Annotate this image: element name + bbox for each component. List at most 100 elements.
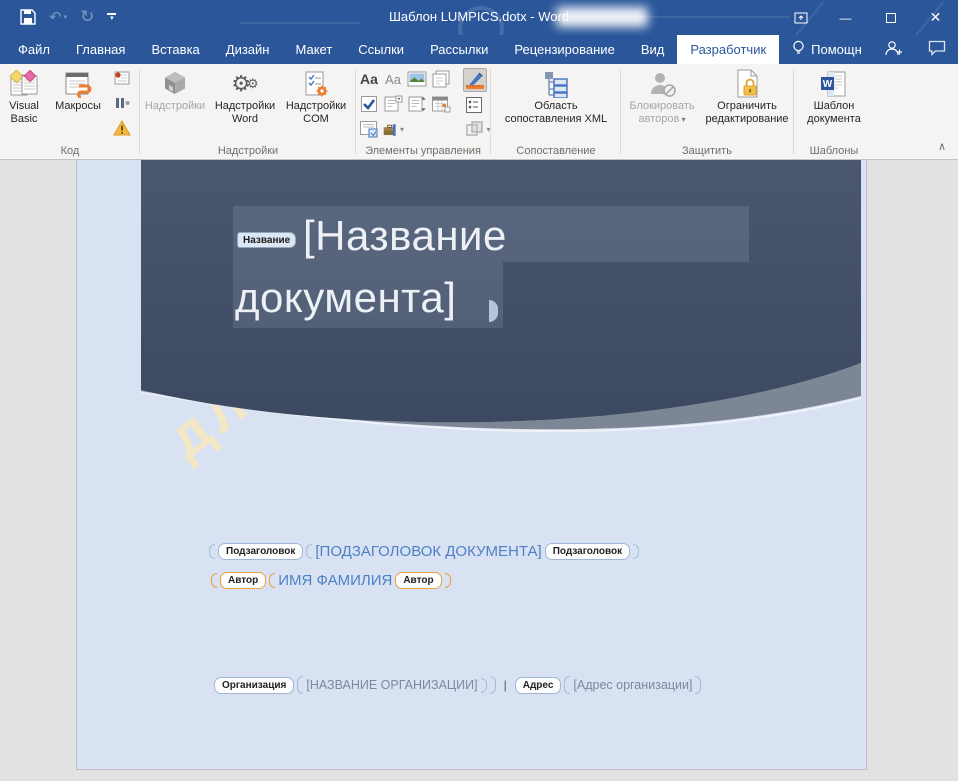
tab-view[interactable]: Вид (628, 35, 678, 64)
group-separator (139, 69, 140, 154)
organization-address-row: Организация [НАЗВАНИЕ ОРГАНИЗАЦИИ] | Адр… (214, 676, 701, 694)
visual-basic-icon (9, 67, 39, 100)
group-controls: Aa Aa (358, 64, 488, 159)
control-bracket (481, 678, 487, 693)
ribbon: Visual Basic Макросы (0, 64, 958, 160)
tab-design[interactable]: Дизайн (213, 35, 283, 64)
svg-text:W: W (823, 79, 833, 90)
tab-layout[interactable]: Макет (282, 35, 345, 64)
block-authors-button: Блокировать авторов (623, 64, 701, 140)
xml-mapping-icon (542, 67, 570, 100)
group-templates: W Шаблон документа Шаблоны (796, 64, 872, 159)
repeating-section-control-button[interactable] (358, 118, 380, 140)
subtitle-end-tag[interactable]: Подзаголовок (545, 543, 630, 560)
word-addins-button[interactable]: ⚙⚙ Надстройки Word (208, 64, 282, 140)
address-placeholder[interactable]: [Адрес организации] (573, 678, 692, 692)
tab-insert[interactable]: Вставка (138, 35, 212, 64)
tab-review[interactable]: Рецензирование (501, 35, 627, 64)
close-button[interactable]: ✕ (913, 0, 958, 35)
group-separator (355, 69, 356, 154)
organization-tag[interactable]: Организация (214, 677, 294, 694)
author-value[interactable]: ИМЯ ФАМИЛИЯ (278, 572, 392, 589)
tab-tell-me[interactable]: Помощн (779, 35, 875, 64)
share-icon[interactable] (884, 40, 902, 60)
visual-basic-label: Visual Basic (9, 100, 39, 126)
macro-security-icon[interactable] (112, 119, 132, 137)
address-tag[interactable]: Адрес (515, 677, 562, 694)
title-content-control-tag[interactable]: Название (237, 232, 296, 248)
document-title-line2[interactable]: документа] (235, 274, 456, 322)
minimize-button[interactable]: — (823, 0, 868, 35)
control-bracket (695, 676, 701, 694)
document-template-icon: W (819, 67, 849, 100)
subtitle-placeholder[interactable]: [ПОДЗАГОЛОВОК ДОКУМЕНТА] (315, 543, 541, 560)
redacted-area (556, 7, 648, 27)
design-mode-button[interactable] (463, 68, 487, 92)
legacy-tools-button[interactable]: ▾ (382, 118, 404, 140)
restrict-editing-label: Ограничить редактирование (705, 100, 788, 126)
pause-recording-icon[interactable] (112, 94, 132, 112)
tab-home[interactable]: Главная (63, 35, 138, 64)
visual-basic-button[interactable]: Visual Basic (2, 64, 46, 140)
picture-control-button[interactable] (406, 68, 428, 90)
control-bracket (297, 676, 303, 694)
com-addins-label: Надстройки COM (286, 100, 346, 126)
maximize-button[interactable] (868, 0, 913, 35)
document-template-label: Шаблон документа (807, 100, 861, 126)
group-separator (490, 69, 491, 154)
ribbon-tab-row: Файл Главная Вставка Дизайн Макет Ссылки… (0, 35, 958, 64)
control-bracket (306, 544, 312, 559)
restrict-editing-button[interactable]: Ограничить редактирование (703, 64, 791, 140)
group-separator (620, 69, 621, 154)
document-title-line1[interactable]: [Название (303, 212, 507, 260)
lightbulb-icon (792, 40, 805, 59)
group-code: Visual Basic Макросы (2, 64, 138, 159)
author-end-tag[interactable]: Автор (395, 572, 441, 589)
tab-mailings[interactable]: Рассылки (417, 35, 501, 64)
control-bracket (564, 676, 570, 694)
group-protect: Блокировать авторов Ограничить редактиро… (623, 64, 791, 159)
plain-text-control-button[interactable]: Aa (382, 68, 404, 90)
tab-file[interactable]: Файл (5, 35, 63, 64)
word-window: ↶▾ ↻ ▾ Шаблон LUMPICS.dotx - Word — ✕ Фа… (0, 0, 958, 781)
block-authors-label: Блокировать авторов (629, 100, 694, 126)
comments-icon[interactable] (928, 40, 946, 59)
addins-label: Надстройки (145, 100, 205, 113)
rich-text-control-button[interactable]: Aa (358, 68, 380, 90)
control-bracket (209, 544, 215, 559)
subtitle-tag[interactable]: Подзаголовок (218, 543, 303, 560)
tab-references[interactable]: Ссылки (345, 35, 417, 64)
date-picker-control-button[interactable] (430, 93, 452, 115)
tab-developer[interactable]: Разработчик (677, 35, 779, 64)
author-content-control: Автор ИМЯ ФАМИЛИЯ Автор (211, 572, 451, 589)
gears-icon: ⚙⚙ (231, 67, 258, 100)
record-macro-icon[interactable] (112, 69, 132, 87)
control-bracket (269, 573, 275, 588)
control-properties-button[interactable] (463, 94, 485, 116)
dropdown-list-control-button[interactable] (406, 93, 428, 115)
group-mapping-label: Сопоставление (493, 145, 619, 157)
ribbon-display-options-button[interactable] (778, 0, 823, 35)
group-controls-button: ▾ (463, 118, 493, 140)
group-mapping: Область сопоставления XML Сопоставление (493, 64, 619, 159)
field-separator: | (504, 678, 507, 692)
combo-box-control-button[interactable] (382, 93, 404, 115)
macros-button[interactable]: Макросы (46, 64, 110, 140)
collapse-ribbon-icon[interactable]: ∧ (938, 140, 946, 153)
document-page[interactable]: для Название [Название документа] (76, 160, 867, 770)
document-template-button[interactable]: W Шаблон документа (798, 64, 870, 140)
xml-mapping-pane-button[interactable]: Область сопоставления XML (496, 64, 616, 140)
building-block-gallery-control-button[interactable] (430, 68, 452, 90)
group-separator (793, 69, 794, 154)
com-addins-button[interactable]: Надстройки COM (282, 64, 350, 140)
group-addins-label: Надстройки (142, 145, 354, 157)
group-code-label: Код (2, 145, 138, 157)
organization-placeholder[interactable]: [НАЗВАНИЕ ОРГАНИЗАЦИИ] (306, 678, 477, 692)
author-tag[interactable]: Автор (220, 572, 266, 589)
addins-cube-icon (161, 67, 189, 100)
subtitle-content-control: Подзаголовок [ПОДЗАГОЛОВОК ДОКУМЕНТА] По… (209, 543, 639, 560)
block-authors-icon (647, 67, 677, 100)
title-bar: ↶▾ ↻ ▾ Шаблон LUMPICS.dotx - Word — ✕ (0, 0, 958, 35)
checkbox-control-button[interactable] (358, 93, 380, 115)
word-addins-label: Надстройки Word (215, 100, 275, 126)
